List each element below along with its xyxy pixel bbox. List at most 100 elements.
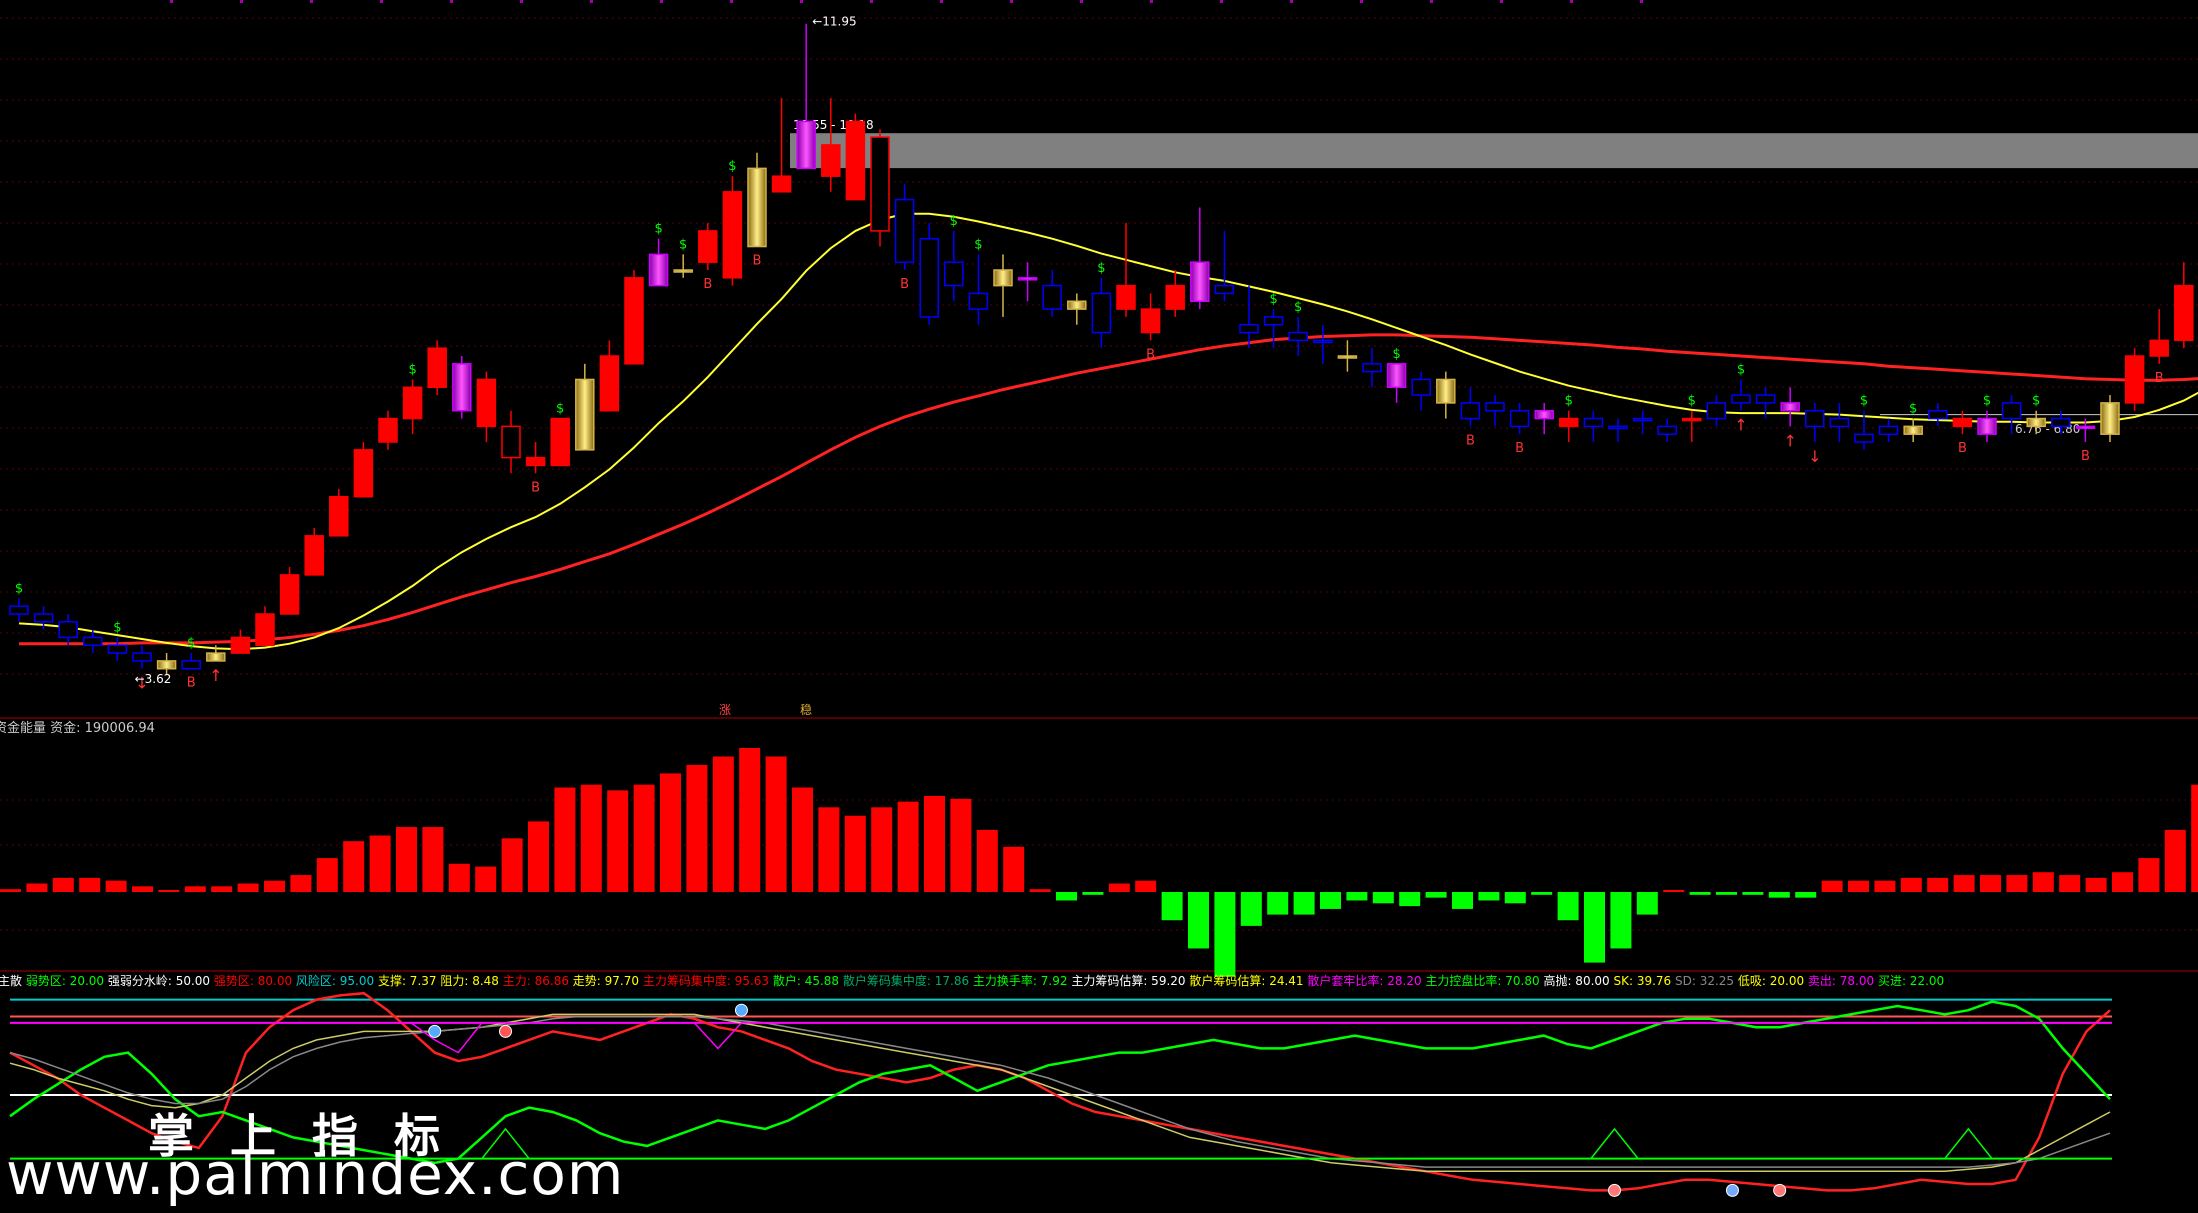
candle-body bbox=[1337, 355, 1358, 359]
capital-bar bbox=[580, 784, 602, 892]
candle-body bbox=[1386, 363, 1407, 389]
candle-body bbox=[329, 495, 349, 537]
candle-body bbox=[427, 347, 447, 389]
osc-legend-item: 弱势区: 20.00 bbox=[26, 974, 108, 988]
top-dot bbox=[1010, 0, 1013, 3]
capital-bar bbox=[1689, 892, 1711, 895]
top-dot bbox=[1080, 0, 1083, 3]
candle-body bbox=[1091, 292, 1112, 334]
osc-legend-item: 主力筹码估算: 59.20 bbox=[1071, 973, 1189, 988]
osc-signal-dot bbox=[499, 1024, 513, 1038]
candle-body bbox=[1190, 261, 1210, 303]
candle-body bbox=[378, 417, 398, 443]
vol-title: 资金能量 资金: 190006.94 bbox=[0, 720, 155, 736]
candle-body bbox=[894, 198, 915, 263]
candle-body bbox=[353, 449, 374, 498]
signal-s-mark: $ bbox=[1269, 292, 1277, 307]
capital-bar bbox=[1240, 892, 1262, 926]
candle-body bbox=[944, 261, 964, 287]
capital-bar bbox=[1742, 892, 1764, 895]
candle-body bbox=[452, 363, 472, 412]
osc-legend-item: 风险区: 95.00 bbox=[296, 973, 378, 988]
candle-body bbox=[1534, 409, 1554, 420]
capital-bar bbox=[739, 748, 761, 892]
top-dot bbox=[870, 0, 873, 3]
osc-legend-item: 主力筹码集中度: 95.63 bbox=[643, 973, 773, 988]
candle-body bbox=[698, 230, 718, 263]
capital-bar bbox=[897, 801, 919, 892]
main-price-panel[interactable]: 10.55 - 10.186.76 - 6.80$$$$$$$$$$$$$$$ $… bbox=[9, 15, 2198, 717]
candle-body bbox=[747, 167, 767, 248]
capital-bar bbox=[132, 886, 153, 892]
signal-s-mark: $ bbox=[654, 222, 662, 237]
capital-bar bbox=[1056, 892, 1077, 901]
candle-body bbox=[575, 378, 595, 451]
top-dot bbox=[170, 0, 173, 3]
signal-s-mark: $ bbox=[1392, 347, 1400, 362]
capital-bar bbox=[343, 841, 365, 892]
signal-s-mark: $ bbox=[1565, 394, 1573, 409]
osc-legend-item: 散户筹码集中度: 17.86 bbox=[843, 973, 973, 988]
candle-body bbox=[206, 652, 226, 662]
osc-signal-dot bbox=[1773, 1183, 1787, 1197]
capital-bar bbox=[1003, 846, 1025, 892]
top-dot bbox=[1150, 0, 1153, 3]
candle-body bbox=[673, 269, 693, 273]
resistance-band bbox=[790, 133, 2198, 169]
signal-s-mark: $ bbox=[1983, 394, 1991, 409]
candle-body bbox=[2174, 284, 2194, 342]
candle-body bbox=[402, 386, 423, 420]
capital-bar bbox=[1980, 875, 2001, 892]
candle-body bbox=[2051, 417, 2071, 428]
capital-bar bbox=[0, 889, 21, 892]
capital-bar bbox=[765, 756, 787, 892]
candle-body bbox=[1362, 363, 1382, 373]
candle-body bbox=[2075, 425, 2096, 430]
capital-bar bbox=[1636, 892, 1658, 915]
capital-bar bbox=[1768, 892, 1790, 898]
ma-short-line bbox=[18, 212, 2198, 651]
signal-s-mark: $ bbox=[113, 620, 121, 635]
candle-body bbox=[968, 292, 989, 310]
capital-bar bbox=[1900, 877, 1922, 892]
capital-bar bbox=[475, 866, 497, 892]
capital-bar bbox=[1531, 892, 1553, 895]
signal-s-mark: $ bbox=[974, 237, 982, 252]
candle-body bbox=[1632, 417, 1653, 422]
capital-energy-panel[interactable]: 资金能量 资金: 190006.94 bbox=[0, 720, 2198, 977]
candle-body bbox=[796, 120, 816, 170]
candle-body bbox=[501, 425, 521, 459]
capital-bar bbox=[1214, 892, 1236, 977]
osc-legend-item: 买进: 22.00 bbox=[1878, 974, 1944, 988]
candle-body bbox=[2026, 417, 2046, 428]
osc-legend-item: 散户筹码估算: 24.41 bbox=[1189, 973, 1307, 988]
signal-s-mark: $ bbox=[1294, 300, 1302, 315]
signal-s-mark: $ bbox=[556, 402, 564, 417]
osc-legend-item: 主力: 86.86 bbox=[503, 974, 573, 988]
candle-body bbox=[624, 277, 644, 365]
capital-bar bbox=[1161, 892, 1183, 921]
candle-body bbox=[1608, 425, 1628, 430]
signal-b-mark: B bbox=[2155, 371, 2164, 386]
top-dot bbox=[730, 0, 733, 3]
capital-bar bbox=[1425, 892, 1447, 898]
top-dot bbox=[450, 0, 453, 3]
capital-bar bbox=[1927, 877, 1949, 892]
osc-legend-item: 支撑: 7.37 bbox=[378, 973, 440, 988]
osc-signal-dot bbox=[734, 1003, 748, 1017]
candle-body bbox=[1313, 339, 1333, 344]
capital-bar bbox=[950, 798, 972, 892]
signal-b-mark: B bbox=[1958, 441, 1967, 456]
candle-body bbox=[1805, 409, 1825, 428]
candle-body bbox=[58, 621, 78, 639]
watermark-url: www.palmindex.com bbox=[6, 1140, 625, 1208]
capital-bar bbox=[1108, 883, 1130, 892]
capital-bar bbox=[2006, 875, 2028, 892]
candle-body bbox=[1239, 323, 1259, 334]
candle-body bbox=[107, 644, 128, 654]
capital-bar bbox=[686, 764, 708, 892]
capital-bar bbox=[264, 880, 285, 892]
candle-body bbox=[993, 269, 1013, 287]
osc-legend-item: 散户套牢比率: 28.20 bbox=[1307, 973, 1425, 988]
candle-body bbox=[1952, 417, 1973, 428]
